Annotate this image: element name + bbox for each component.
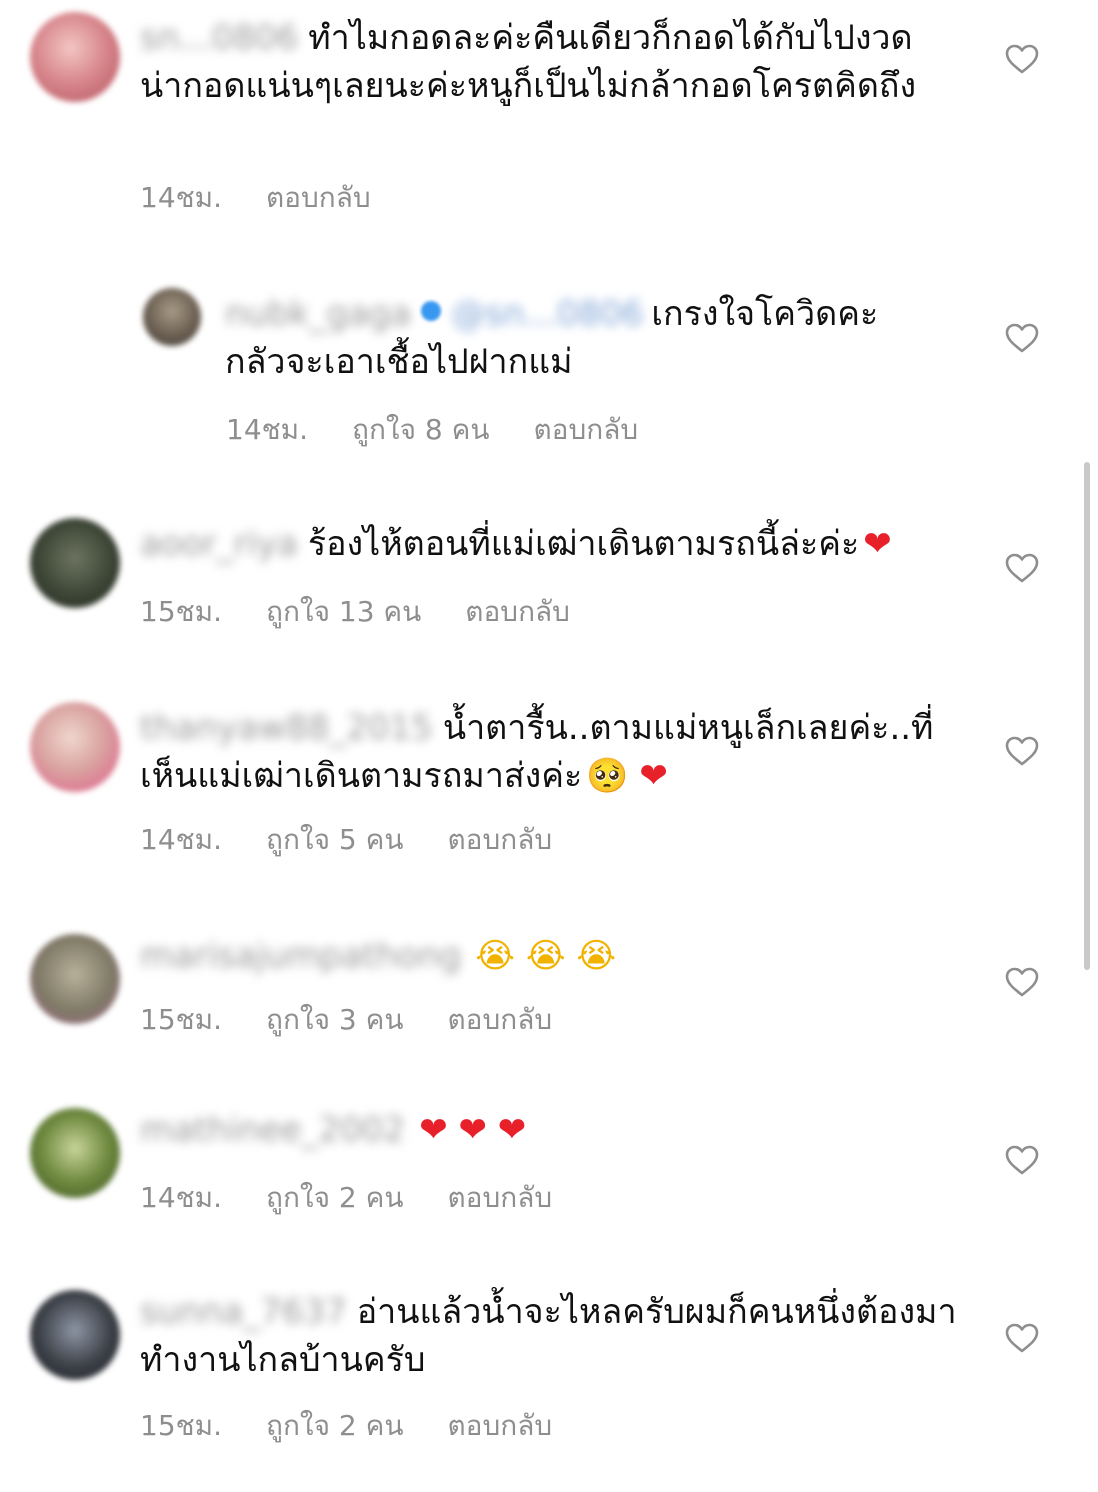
reply-button[interactable]: ตอบกลับ [447,1003,552,1036]
comment-time: 15ชม. [140,595,222,628]
reply-button[interactable]: ตอบกลับ [533,413,638,446]
avatar[interactable] [30,702,120,792]
comment-text-block: mathinee_2002 ❤ ❤ ❤ [140,1106,940,1154]
like-button[interactable] [1004,43,1040,75]
reply-button[interactable]: ตอบกลับ [447,1181,552,1214]
comment-text: ร้องไห้ตอนที่แม่เฒ่าเดินตามรถนี้ล่ะค่ะ [307,524,860,564]
comment-time: 15ชม. [140,1409,222,1442]
comment-meta: 15ชม. ถูกใจ 2 คน ตอบกลับ [140,1404,596,1448]
comment-username[interactable]: thanyaw88_2015 [140,704,433,752]
avatar[interactable] [30,12,120,102]
likes-count[interactable]: ถูกใจ 13 คน [266,595,421,628]
like-button[interactable] [1004,735,1040,767]
reply-button[interactable]: ตอบกลับ [447,823,552,856]
heart-outline-icon [1005,967,1039,997]
comment-meta: 14ชม. ถูกใจ 5 คน ตอบกลับ [140,818,596,862]
comment-username[interactable]: mathinee_2002 [140,1106,405,1154]
comment-text-block: aoor_riya ร้องไห้ตอนที่แม่เฒ่าเดินตามรถนี… [140,520,940,568]
heart-outline-icon [1005,44,1039,74]
reply-button[interactable]: ตอบกลับ [266,181,371,214]
avatar[interactable] [30,1108,120,1198]
comment-time: 14ชม. [140,823,222,856]
comment-time: 14ชม. [140,1181,222,1214]
like-button[interactable] [1004,966,1040,998]
heart-outline-icon [1005,1323,1039,1353]
like-button[interactable] [1004,322,1040,354]
comment-username[interactable]: marisajumpathong [140,932,461,980]
emoji: 🥺 ❤ [586,756,668,796]
verified-badge-icon [421,301,442,321]
reply-button[interactable]: ตอบกลับ [465,595,570,628]
scrollbar[interactable] [1084,462,1090,970]
emoji: ❤ [863,524,892,564]
comment-time: 14ชม. [140,181,222,214]
comment-text-block: sunna_7637 อ่านแล้วน้ำจะไหลครับผมก็คนหนึ่… [140,1288,960,1384]
comment-username[interactable]: sn...0806 [140,14,298,62]
reply-button[interactable]: ตอบกลับ [447,1409,552,1442]
likes-count[interactable]: ถูกใจ 3 คน [266,1003,403,1036]
comment-meta: 14ชม. ถูกใจ 8 คน ตอบกลับ [226,408,682,452]
avatar[interactable] [143,288,201,346]
comment-meta: 14ชม. ตอบกลับ [140,176,415,220]
like-button[interactable] [1004,552,1040,584]
comment-text-block: sn...0806 ทำไมกอดละค่ะคืนเดียวก็กอดได้กับ… [140,14,940,110]
emoji: 😭 😭 😭 [475,936,617,976]
likes-count[interactable]: ถูกใจ 5 คน [266,823,403,856]
comment-text-block: thanyaw88_2015 น้ำตารื้น..ตามแม่หนูเล็กเล… [140,704,940,800]
like-button[interactable] [1004,1144,1040,1176]
heart-outline-icon [1005,1145,1039,1175]
avatar[interactable] [30,1290,120,1380]
comment-username[interactable]: sunna_7637 [140,1288,347,1336]
likes-count[interactable]: ถูกใจ 8 คน [352,413,489,446]
avatar[interactable] [30,518,120,608]
avatar[interactable] [30,934,120,1024]
comment-text-block: nubk_gaga @sn...0806 เกรงใจโควิดคะ กลัวจะเ… [225,290,945,386]
mention-link[interactable]: @sn...0806 [451,290,643,338]
comment-meta: 15ชม. ถูกใจ 3 คน ตอบกลับ [140,998,596,1042]
comment-meta: 14ชม. ถูกใจ 2 คน ตอบกลับ [140,1176,596,1220]
likes-count[interactable]: ถูกใจ 2 คน [266,1181,403,1214]
likes-count[interactable]: ถูกใจ 2 คน [266,1409,403,1442]
heart-outline-icon [1005,323,1039,353]
emoji: ❤ ❤ ❤ [419,1110,527,1150]
comment-text-block: marisajumpathong 😭 😭 😭 [140,932,940,980]
comment-time: 14ชม. [226,413,308,446]
comment-meta: 15ชม. ถูกใจ 13 คน ตอบกลับ [140,590,614,634]
comment-username[interactable]: aoor_riya [140,520,298,568]
comment-time: 15ชม. [140,1003,222,1036]
heart-outline-icon [1005,553,1039,583]
heart-outline-icon [1005,736,1039,766]
comment-username[interactable]: nubk_gaga [225,290,411,338]
like-button[interactable] [1004,1322,1040,1354]
